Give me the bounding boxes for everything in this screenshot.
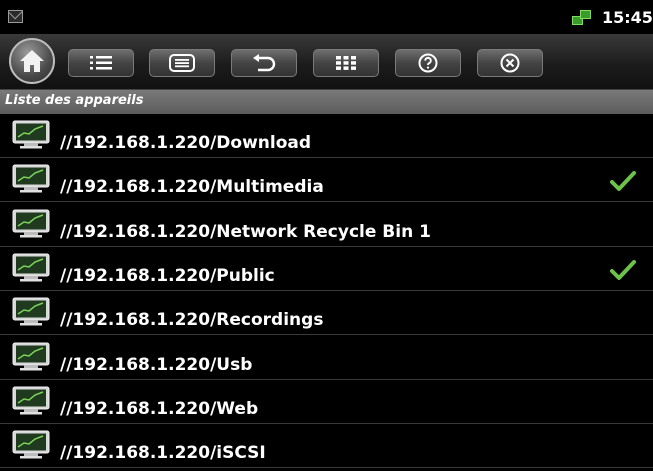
device-icon [12,209,50,243]
device-icon [12,297,50,331]
list-icon [90,56,112,70]
grid-icon [336,56,356,70]
check-icon [610,171,636,192]
monitor-icon [12,164,50,193]
list-item[interactable]: //192.168.1.220/Recordings [0,291,653,336]
list-item[interactable]: //192.168.1.220/Usb [0,336,653,380]
list-item[interactable]: //192.168.1.220/Multimedia [0,158,653,203]
toolbar [0,34,653,90]
home-button[interactable] [9,38,55,84]
list-item[interactable]: //192.168.1.220/iSCSI [0,424,653,469]
monitor-icon [12,297,50,326]
list-item-label: //192.168.1.220/Network Recycle Bin 1 [60,221,431,242]
grid-button[interactable] [313,49,379,77]
monitor-icon [12,120,50,149]
device-icon [12,386,50,420]
list-header-title: Liste des appareils [5,93,144,108]
close-icon [500,53,520,73]
list-item[interactable]: //192.168.1.220/Download [0,114,653,158]
network-icon [572,10,592,26]
list-item-label: //192.168.1.220/Download [60,133,312,153]
checked-indicator [610,259,636,285]
device-icon [12,164,50,198]
list-button[interactable] [68,49,134,77]
device-icon [12,430,50,464]
list-item-label: //192.168.1.220/Public [60,265,275,286]
list-item[interactable]: //192.168.1.220/Public [0,247,653,291]
check-icon [610,259,636,280]
monitor-icon [12,253,50,282]
details-button[interactable] [149,49,215,77]
list-header: Liste des appareils [0,90,653,114]
monitor-icon [12,209,50,238]
list-item-label: //192.168.1.220/Usb [60,354,253,375]
monitor-icon [12,386,50,415]
list-item-label: //192.168.1.220/Multimedia [60,177,324,198]
help-icon [418,53,438,73]
list-item-label: //192.168.1.220/iSCSI [60,443,266,464]
device-icon [12,253,50,287]
list-item[interactable]: //192.168.1.220/Web [0,380,653,424]
list-item[interactable]: //192.168.1.220/Network Recycle Bin 1 [0,203,653,247]
clock: 15:45 [602,8,653,27]
status-bar: 15:45 [0,0,653,34]
mail-icon [8,10,23,23]
monitor-icon [12,430,50,459]
undo-icon [253,54,276,72]
help-button[interactable] [395,49,461,77]
checked-indicator [610,170,636,196]
device-icon [12,120,50,154]
monitor-icon [12,342,50,370]
list-item-label: //192.168.1.220/Web [60,398,259,419]
details-icon [169,54,195,72]
home-icon [20,50,44,72]
back-button[interactable] [231,49,297,77]
device-icon [12,342,50,376]
list-item-label: //192.168.1.220/Recordings [60,310,324,331]
close-button[interactable] [477,49,543,77]
